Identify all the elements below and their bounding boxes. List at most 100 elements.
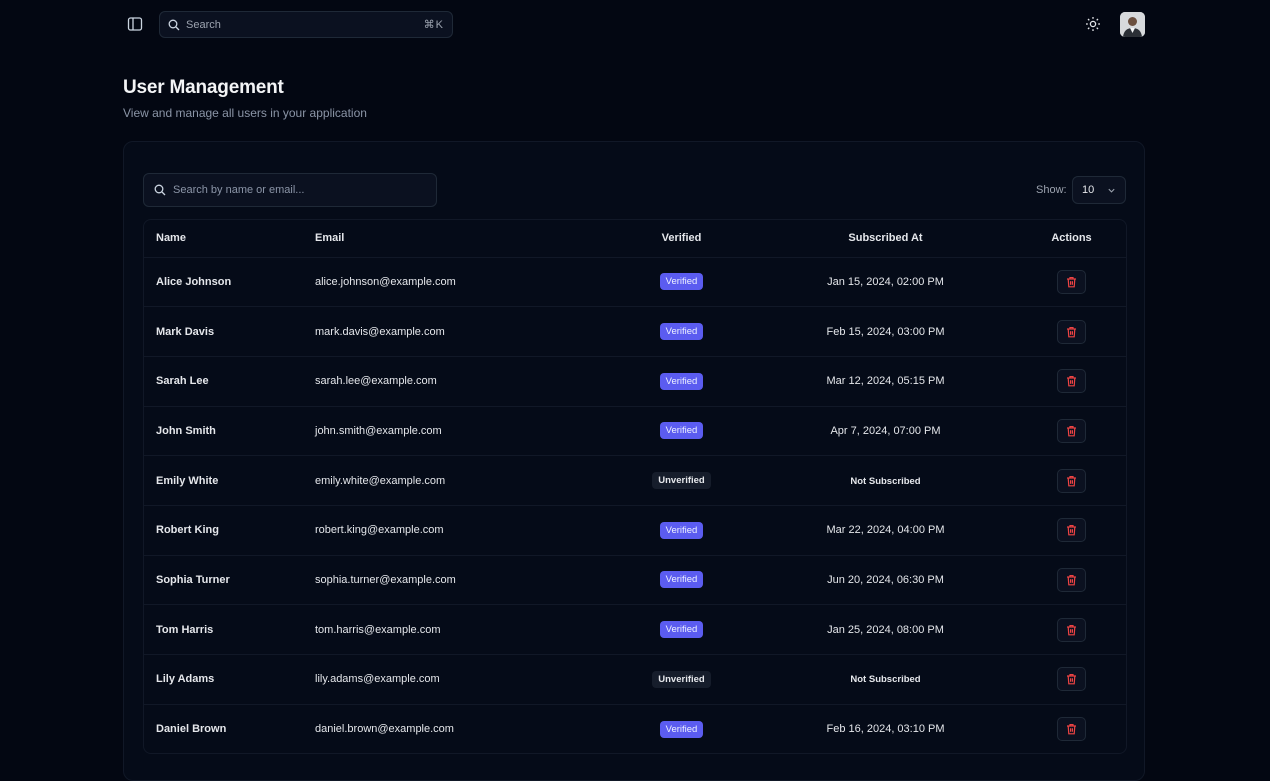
sidebar-toggle-icon[interactable] <box>124 13 146 35</box>
user-name: Sarah Lee <box>144 356 315 407</box>
delete-user-button[interactable] <box>1057 269 1086 294</box>
page-size-value: 10 <box>1082 184 1095 196</box>
delete-user-button[interactable] <box>1057 418 1086 443</box>
verified-cell: Verified <box>609 505 754 556</box>
table-header-row: Name Email Verified Subscribed At Action… <box>144 220 1126 258</box>
actions-cell <box>1017 555 1126 606</box>
verified-badge: Verified <box>659 621 704 639</box>
user-email: john.smith@example.com <box>315 406 609 457</box>
verified-badge: Verified <box>659 521 704 539</box>
subscribed-at: Apr 7, 2024, 07:00 PM <box>830 424 941 437</box>
avatar[interactable] <box>1120 12 1145 37</box>
delete-user-button[interactable] <box>1057 667 1086 692</box>
table-row: Alice Johnson alice.johnson@example.com Ve… <box>144 257 1126 308</box>
delete-user-button[interactable] <box>1057 717 1086 742</box>
verified-cell: Verified <box>609 406 754 457</box>
user-email: emily.white@example.com <box>315 455 609 506</box>
user-name: Emily White <box>144 455 315 506</box>
trash-icon <box>1067 674 1076 685</box>
delete-user-button[interactable] <box>1057 567 1086 592</box>
user-name: Tom Harris <box>144 604 315 655</box>
global-search[interactable]: Search ⌘K <box>159 11 453 38</box>
actions-cell <box>1017 257 1126 308</box>
verified-cell: Unverified <box>609 654 754 705</box>
page-title: User Management <box>123 77 284 98</box>
user-search-input[interactable] <box>173 184 413 196</box>
subscribed-at: Jan 25, 2024, 08:00 PM <box>827 623 944 636</box>
table-row: Sarah Lee sarah.lee@example.com Verified Ma… <box>144 356 1126 407</box>
verified-cell: Verified <box>609 257 754 308</box>
search-shortcut: ⌘K <box>423 19 444 31</box>
trash-icon <box>1067 624 1076 636</box>
actions-cell <box>1017 654 1126 705</box>
subscribed-cell: Not Subscribed <box>754 455 1017 506</box>
verified-badge: Verified <box>659 372 704 390</box>
chevron-down-icon <box>1108 188 1115 193</box>
subscribed-cell: Jan 15, 2024, 02:00 PM <box>754 257 1017 308</box>
users-table-container: Name Email Verified Subscribed At Action… <box>143 219 1127 754</box>
verified-badge: Unverified <box>652 472 711 490</box>
verified-cell: Verified <box>609 356 754 407</box>
table-row: John Smith john.smith@example.com Verified… <box>144 406 1126 457</box>
subscribed-at: Feb 16, 2024, 03:10 PM <box>826 723 945 736</box>
subscribed-at: Not Subscribed <box>850 475 921 487</box>
subscribed-at: Mar 22, 2024, 04:00 PM <box>826 524 945 537</box>
page-size-select[interactable]: 10 <box>1072 176 1126 204</box>
user-name: Mark Davis <box>144 306 315 357</box>
subscribed-cell: Feb 15, 2024, 03:00 PM <box>754 306 1017 357</box>
table-row: Sophia Turner sophia.turner@example.com Ve… <box>144 555 1126 606</box>
verified-badge: Verified <box>659 720 704 738</box>
subscribed-cell: Mar 12, 2024, 05:15 PM <box>754 356 1017 407</box>
table-row: Robert King robert.king@example.com Verifi… <box>144 505 1126 556</box>
subscribed-cell: Jun 20, 2024, 06:30 PM <box>754 555 1017 606</box>
verified-badge: Verified <box>659 273 704 291</box>
table-row: Emily White emily.white@example.com Unveri… <box>144 455 1126 506</box>
delete-user-button[interactable] <box>1057 518 1086 543</box>
user-name: Lily Adams <box>144 654 315 705</box>
table-row: Lily Adams lily.adams@example.com Unverifi… <box>144 654 1126 705</box>
verified-cell: Verified <box>609 604 754 655</box>
delete-user-button[interactable] <box>1057 617 1086 642</box>
user-email: mark.davis@example.com <box>315 306 609 357</box>
users-card: Show: 10 Name Email Verified Subscribed … <box>123 141 1145 781</box>
table-row: Mark Davis mark.davis@example.com Verified… <box>144 306 1126 357</box>
subscribed-cell: Mar 22, 2024, 04:00 PM <box>754 505 1017 556</box>
users-table: Name Email Verified Subscribed At Action… <box>144 220 1126 753</box>
actions-cell <box>1017 306 1126 357</box>
trash-icon <box>1067 326 1076 337</box>
verified-badge: Verified <box>659 422 704 440</box>
verified-cell: Unverified <box>609 455 754 506</box>
user-search[interactable] <box>143 173 437 207</box>
sun-icon[interactable] <box>1083 14 1103 34</box>
subscribed-at: Mar 12, 2024, 05:15 PM <box>826 375 945 388</box>
subscribed-cell: Apr 7, 2024, 07:00 PM <box>754 406 1017 457</box>
trash-icon <box>1067 276 1076 288</box>
table-row: Tom Harris tom.harris@example.com Verified… <box>144 604 1126 655</box>
verified-cell: Verified <box>609 704 754 753</box>
trash-icon <box>1067 525 1076 536</box>
delete-user-button[interactable] <box>1057 468 1086 493</box>
user-email: sarah.lee@example.com <box>315 356 609 407</box>
user-email: alice.johnson@example.com <box>315 257 609 308</box>
column-header-name[interactable]: Name <box>144 220 315 258</box>
subscribed-cell: Jan 25, 2024, 08:00 PM <box>754 604 1017 655</box>
column-header-verified[interactable]: Verified <box>609 220 754 258</box>
actions-cell <box>1017 505 1126 556</box>
actions-cell <box>1017 455 1126 506</box>
subscribed-at: Feb 15, 2024, 03:00 PM <box>826 325 945 338</box>
actions-cell <box>1017 604 1126 655</box>
trash-icon <box>1067 724 1076 735</box>
delete-user-button[interactable] <box>1057 369 1086 394</box>
user-email: tom.harris@example.com <box>315 604 609 655</box>
user-name: John Smith <box>144 406 315 457</box>
user-name: Robert King <box>144 505 315 556</box>
column-header-email[interactable]: Email <box>315 220 609 258</box>
verified-badge: Unverified <box>652 670 711 688</box>
column-header-subscribed-at[interactable]: Subscribed At <box>754 220 1017 258</box>
trash-icon <box>1067 574 1076 586</box>
user-name: Daniel Brown <box>156 723 227 736</box>
user-name: Sophia Turner <box>144 555 315 606</box>
search-icon <box>154 184 166 196</box>
delete-user-button[interactable] <box>1057 319 1086 344</box>
table-row: Daniel Brown daniel.brown@example.com Veri… <box>144 704 1126 753</box>
